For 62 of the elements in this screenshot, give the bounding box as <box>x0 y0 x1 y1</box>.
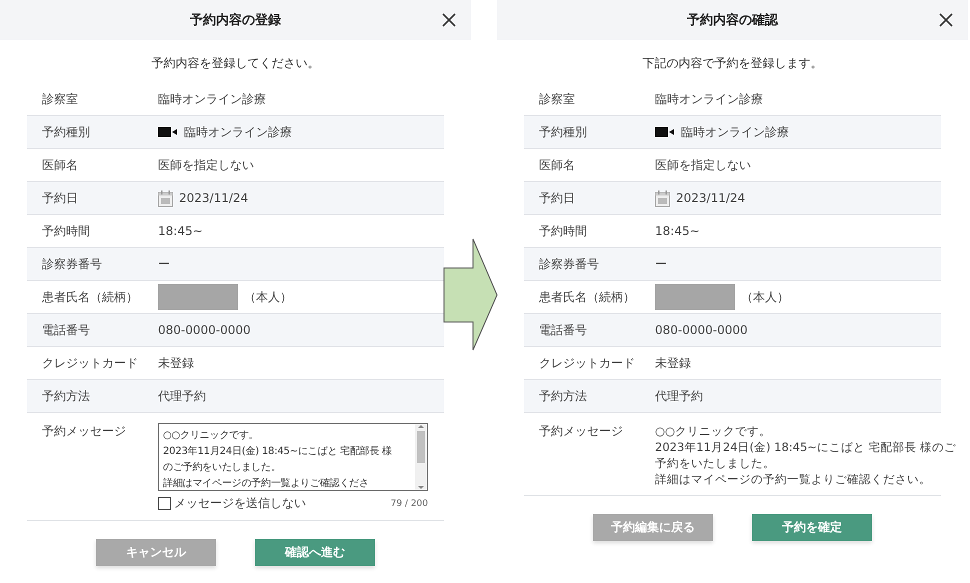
scroll-up-icon[interactable] <box>418 424 424 429</box>
field-label: 予約方法 <box>41 388 91 404</box>
field-value: ー <box>655 256 667 272</box>
instruction-text: 下記の内容で予約を登録します。 <box>642 55 822 72</box>
calendar-icon <box>655 190 670 206</box>
field-label: 予約時間 <box>538 222 588 240</box>
video-camera-icon <box>158 127 178 137</box>
field-value: 2023/11/24 <box>179 191 248 205</box>
message-text: ○○クリニックです。 2023年11月24日(金) 18:45~にこばと 宅配部長 様のご 予約をいたしました。 詳細はマイページの予約一覧よりご確認ください。 <box>655 423 956 487</box>
field-value: 080-0000-0000 <box>655 323 748 337</box>
field-label: 診察室 <box>538 90 576 108</box>
back-button[interactable]: キャンセル <box>96 539 216 566</box>
field-value: 臨時オンライン診療 <box>681 124 789 140</box>
proceed-button[interactable]: 確認へ進む <box>255 539 375 566</box>
field-value: ー <box>158 256 170 272</box>
field-label: 患者氏名（続柄） <box>538 288 636 306</box>
field-label: 予約日 <box>41 190 79 206</box>
field-label: 予約時間 <box>41 222 91 240</box>
arrow-right-icon <box>444 238 498 350</box>
field-label: 予約メッセージ <box>41 423 127 440</box>
field-label: 診察券番号 <box>538 256 600 272</box>
field-value: （本人） <box>741 288 789 306</box>
field-label: クレジットカード <box>41 354 139 372</box>
field-value: 2023/11/24 <box>676 191 746 205</box>
field-value: 18:45~ <box>158 224 203 238</box>
video-camera-icon <box>655 127 675 137</box>
field-value: 医師を指定しない <box>158 156 254 174</box>
field-value: 代理予約 <box>158 388 206 404</box>
scrollbar-thumb[interactable] <box>417 431 425 463</box>
field-value: （本人） <box>244 288 292 306</box>
field-value: 臨時オンライン診療 <box>184 124 292 140</box>
instruction-text: 予約内容を登録してください。 <box>152 55 320 72</box>
field-label: 電話番号 <box>538 322 588 338</box>
message-textarea[interactable]: ○○クリニックです。 2023年11月24日(金) 18:45~にこばと 宅配部長 様 のご予約をいたしました。 詳細はマイページの予約一覧よりご確認くださ <box>158 423 428 491</box>
field-label: 患者氏名（続柄） <box>41 288 139 306</box>
field-value: 臨時オンライン診療 <box>158 90 266 108</box>
field-value: 未登録 <box>655 354 691 372</box>
field-label: 予約方法 <box>538 388 588 404</box>
back-button[interactable]: 予約編集に戻る <box>593 514 713 541</box>
field-value: 未登録 <box>158 354 194 372</box>
field-value: 080-0000-0000 <box>158 323 251 337</box>
field-label: 医師名 <box>41 156 79 174</box>
field-label: 予約種別 <box>538 124 588 140</box>
character-count: 79 / 200 <box>390 498 428 508</box>
field-value: 代理予約 <box>655 388 703 404</box>
field-value: 18:45~ <box>655 224 700 238</box>
field-label: 予約種別 <box>41 124 91 140</box>
field-label: 予約日 <box>538 190 576 206</box>
field-value: 臨時オンライン診療 <box>655 90 763 108</box>
dialog-title: 予約内容の確認 <box>687 12 778 29</box>
field-label: 診察券番号 <box>41 256 103 272</box>
no-send-checkbox[interactable]: メッセージを送信しない <box>158 495 306 512</box>
calendar-icon <box>158 190 173 206</box>
field-label: 予約メッセージ <box>538 423 624 440</box>
proceed-button[interactable]: 予約を確定 <box>752 514 872 541</box>
dialog-title: 予約内容の登録 <box>190 12 281 29</box>
field-label: 電話番号 <box>41 322 91 338</box>
field-label: 診察室 <box>41 90 79 108</box>
scroll-down-icon[interactable] <box>418 485 424 490</box>
field-label: 医師名 <box>538 156 576 174</box>
field-value: 医師を指定しない <box>655 156 751 174</box>
field-label: クレジットカード <box>538 354 636 372</box>
